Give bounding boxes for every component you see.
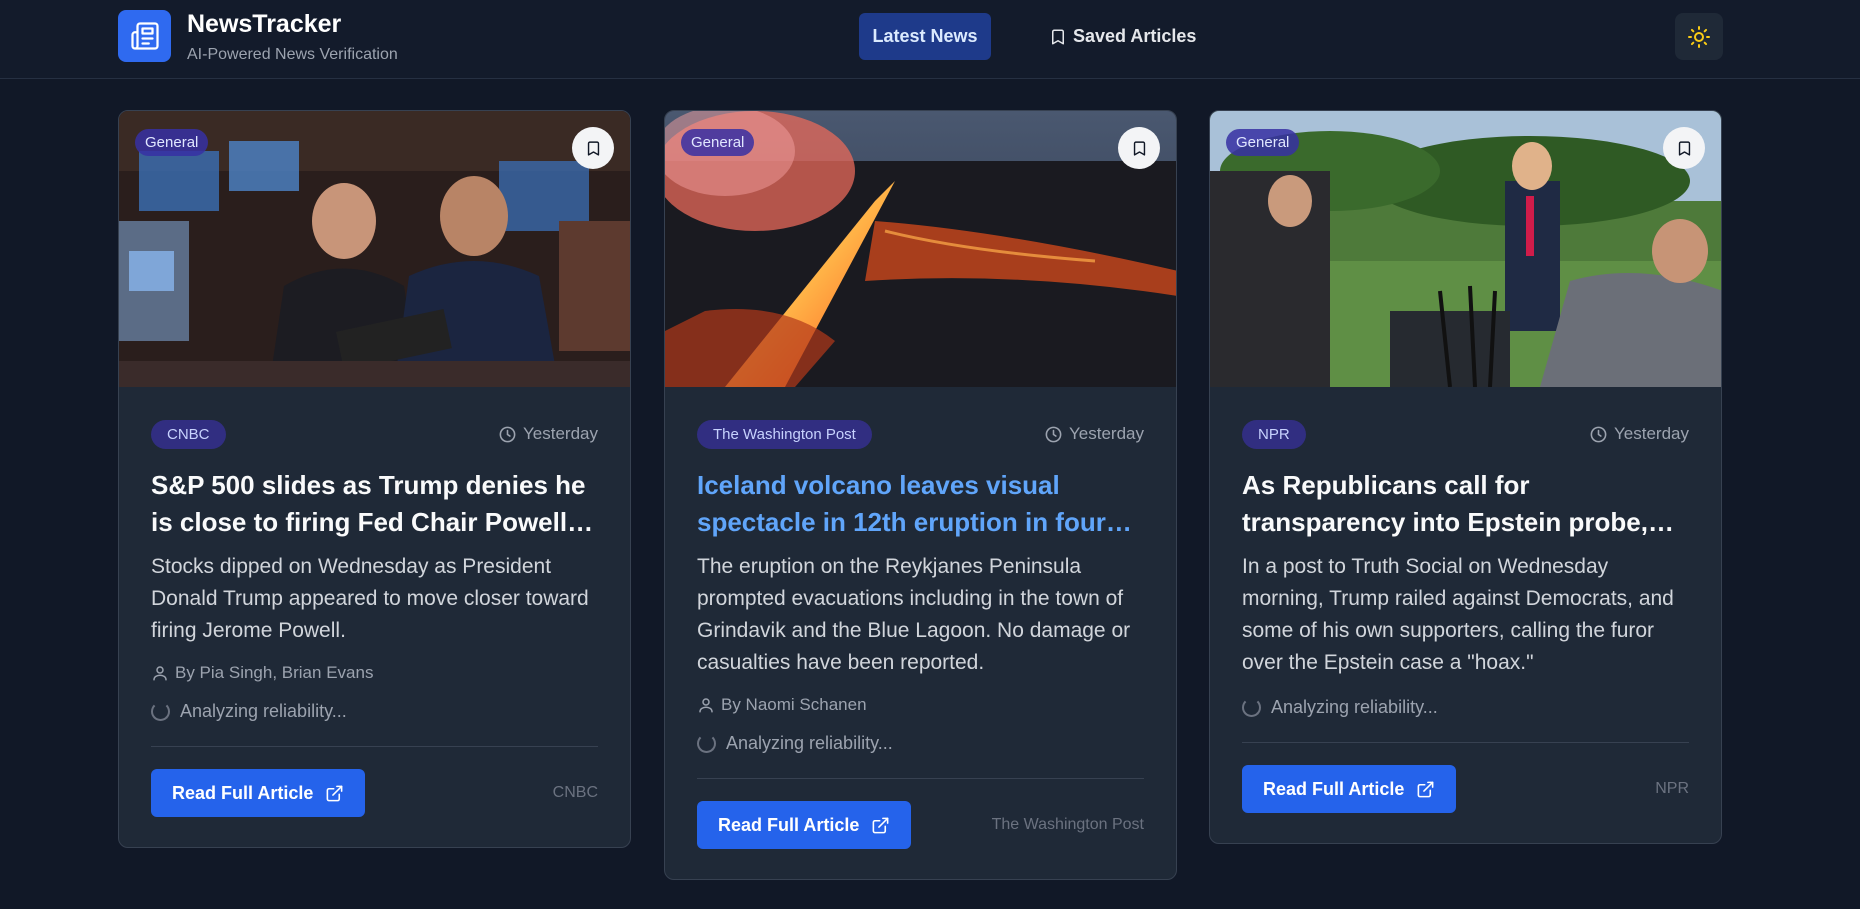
nav-saved-articles[interactable]: Saved Articles xyxy=(1049,13,1196,60)
bookmark-icon xyxy=(1052,29,1064,44)
clock-icon xyxy=(1045,426,1062,442)
article-description: The eruption on the Reykjanes Peninsula … xyxy=(697,555,1131,674)
app-title: NewsTracker xyxy=(187,10,342,38)
timestamp: Yesterday xyxy=(498,424,598,444)
top-header: NewsTracker AI-Powered News Verification… xyxy=(0,0,1860,79)
bookmark-button[interactable] xyxy=(572,127,614,169)
article-image[interactable]: General xyxy=(665,111,1176,387)
footer-source: CNBC xyxy=(552,784,598,801)
article-card: General NPR Yesterday As Republicans cal… xyxy=(1209,110,1722,844)
read-full-article-button[interactable]: Read Full Article xyxy=(151,769,366,817)
read-full-article-button[interactable]: Read Full Article xyxy=(1242,765,1457,813)
article-description: Stocks dipped on Wednesday as President … xyxy=(151,555,589,642)
divider xyxy=(697,778,1144,779)
loading-spinner-icon xyxy=(697,734,716,753)
reliability-status-label: Analyzing reliability... xyxy=(180,701,347,721)
article-card: General CNBC Yesterday S&P 500 slides as… xyxy=(118,110,631,848)
article-author: By Naomi Schanen xyxy=(697,695,1144,715)
app-tagline: AI-Powered News Verification xyxy=(187,46,398,63)
footer-source: The Washington Post xyxy=(991,816,1144,833)
read-full-article-button[interactable]: Read Full Article xyxy=(697,801,912,849)
article-author: By Pia Singh, Brian Evans xyxy=(151,663,598,683)
article-title[interactable]: Iceland volcano leaves visual spectacle … xyxy=(697,467,1144,541)
author-label: By Pia Singh, Brian Evans xyxy=(175,663,374,682)
loading-spinner-icon xyxy=(1242,698,1261,717)
clock-icon xyxy=(1590,426,1607,442)
category-badge: General xyxy=(681,129,755,156)
reliability-status-label: Analyzing reliability... xyxy=(1271,697,1438,717)
category-badge: General xyxy=(135,129,209,156)
bookmark-icon xyxy=(1678,140,1690,156)
article-title[interactable]: S&P 500 slides as Trump denies he is clo… xyxy=(151,467,598,541)
bookmark-button[interactable] xyxy=(1118,127,1160,169)
timestamp: Yesterday xyxy=(1044,424,1144,444)
external-link-icon xyxy=(872,817,889,833)
category-badge: General xyxy=(1226,129,1300,156)
bookmark-button[interactable] xyxy=(1663,127,1705,169)
nav-latest-label: Latest News xyxy=(872,26,978,46)
timestamp-label: Yesterday xyxy=(523,424,598,443)
newspaper-logo-icon[interactable] xyxy=(118,10,171,62)
nav-saved-label: Saved Articles xyxy=(1073,26,1197,46)
external-link-icon xyxy=(1417,781,1434,797)
author-label: By Naomi Schanen xyxy=(721,695,867,714)
source-badge: NPR xyxy=(1242,419,1306,449)
sun-icon xyxy=(1688,25,1710,48)
bookmark-icon xyxy=(1133,140,1145,156)
read-button-label: Read Full Article xyxy=(1263,778,1405,799)
divider xyxy=(1242,742,1689,743)
source-badge: CNBC xyxy=(151,419,226,449)
external-link-icon xyxy=(326,785,343,801)
article-image[interactable]: General xyxy=(1210,111,1721,387)
reliability-status: Analyzing reliability... xyxy=(151,701,598,722)
article-description: In a post to Truth Social on Wednesday m… xyxy=(1242,555,1674,674)
reliability-status: Analyzing reliability... xyxy=(1242,697,1689,718)
user-icon xyxy=(699,698,713,713)
read-button-label: Read Full Article xyxy=(172,782,314,803)
clock-icon xyxy=(499,426,516,442)
source-badge: The Washington Post xyxy=(697,419,872,449)
timestamp-label: Yesterday xyxy=(1069,424,1144,443)
reliability-status: Analyzing reliability... xyxy=(697,733,1144,754)
footer-source: NPR xyxy=(1655,780,1689,797)
timestamp: Yesterday xyxy=(1589,424,1689,444)
timestamp-label: Yesterday xyxy=(1614,424,1689,443)
article-card: General The Washington Post Yesterday Ic… xyxy=(664,110,1177,880)
nav-latest-news[interactable]: Latest News xyxy=(859,13,991,60)
loading-spinner-icon xyxy=(151,702,170,721)
bookmark-icon xyxy=(587,140,599,156)
article-title[interactable]: As Republicans call for transparency int… xyxy=(1242,467,1689,541)
theme-toggle-button[interactable] xyxy=(1675,13,1723,60)
article-image[interactable]: General xyxy=(119,111,630,387)
user-icon xyxy=(153,666,167,681)
divider xyxy=(151,746,598,747)
read-button-label: Read Full Article xyxy=(718,814,860,835)
reliability-status-label: Analyzing reliability... xyxy=(726,733,893,753)
